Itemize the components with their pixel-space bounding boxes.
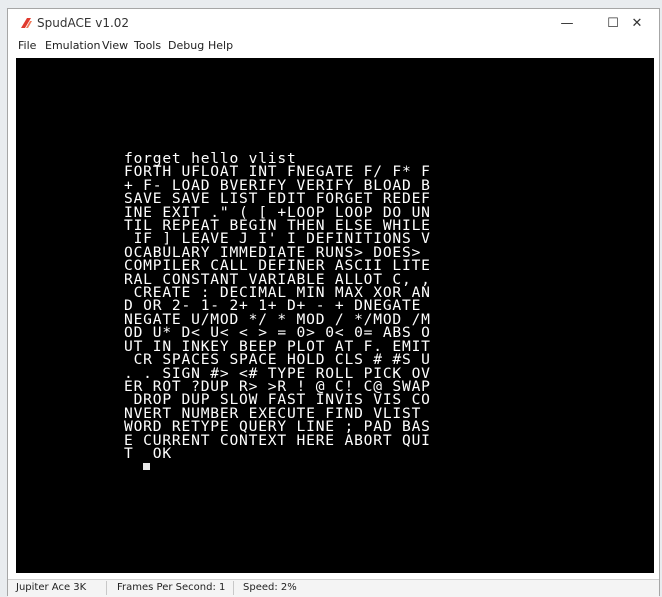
status-divider bbox=[233, 581, 234, 595]
menu-bar: File Emulation View Tools Debug Help bbox=[8, 37, 659, 57]
status-fps: Frames Per Second: 1 bbox=[117, 582, 226, 593]
menu-help[interactable]: Help bbox=[208, 39, 233, 52]
spudace-app-icon bbox=[21, 18, 32, 28]
status-bar: Jupiter Ace 3K Frames Per Second: 1 Spee… bbox=[8, 579, 659, 597]
status-speed: Speed: 2% bbox=[243, 582, 297, 593]
console-line: T OK bbox=[124, 444, 172, 462]
status-machine: Jupiter Ace 3K bbox=[16, 582, 87, 593]
minimize-button[interactable]: — bbox=[544, 9, 590, 37]
emulator-window: SpudACE v1.02 — ☐ ✕ File Emulation View … bbox=[7, 8, 660, 597]
minimize-icon: — bbox=[560, 15, 574, 31]
window-title: SpudACE v1.02 bbox=[37, 16, 130, 30]
menu-view[interactable]: View bbox=[102, 39, 128, 52]
console-output: forget hello vlist FORTH UFLOAT INT FNEGA… bbox=[124, 151, 431, 462]
menu-emulation[interactable]: Emulation bbox=[45, 39, 101, 52]
menu-file[interactable]: File bbox=[18, 39, 36, 52]
close-button[interactable]: ✕ bbox=[614, 9, 660, 37]
menu-tools[interactable]: Tools bbox=[134, 39, 161, 52]
title-bar[interactable]: SpudACE v1.02 — ☐ ✕ bbox=[8, 9, 659, 37]
text-cursor bbox=[143, 463, 150, 470]
status-divider bbox=[106, 581, 107, 595]
emulator-screen[interactable]: forget hello vlist FORTH UFLOAT INT FNEGA… bbox=[16, 58, 654, 573]
menu-debug[interactable]: Debug bbox=[168, 39, 204, 52]
close-icon: ✕ bbox=[631, 15, 643, 31]
